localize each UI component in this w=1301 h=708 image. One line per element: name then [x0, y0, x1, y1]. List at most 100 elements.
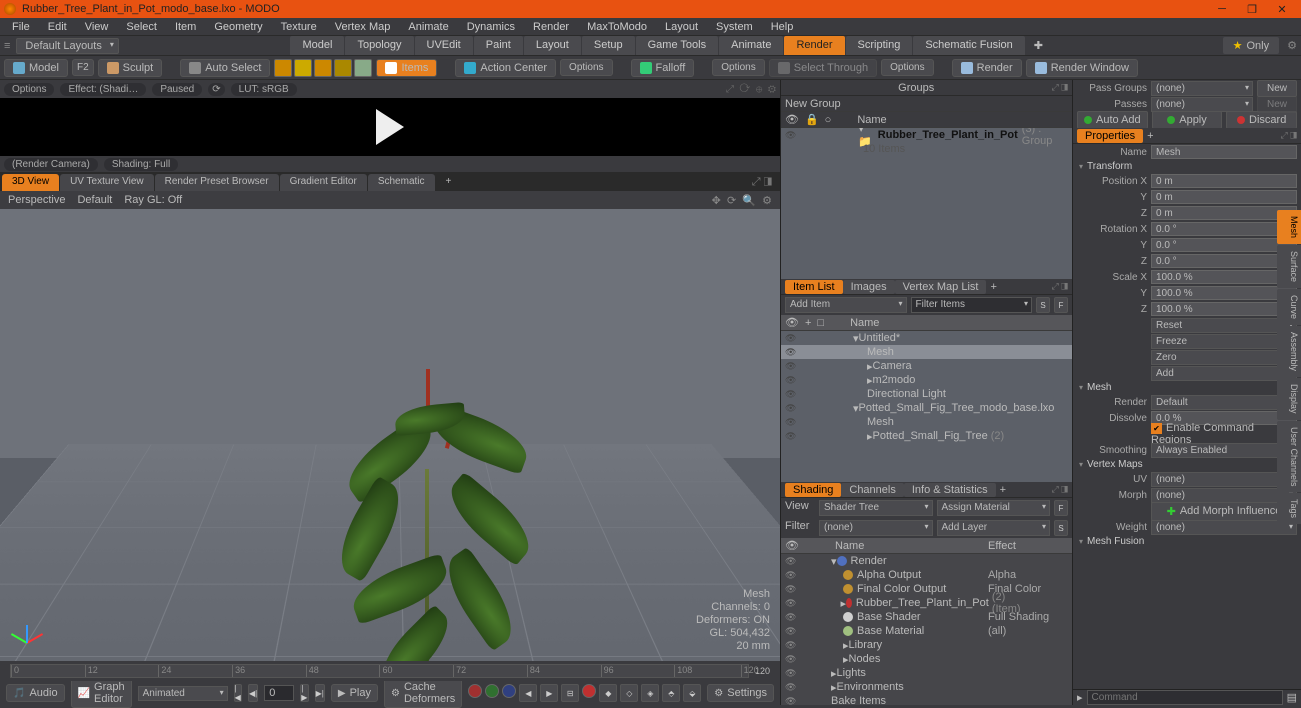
cache-button[interactable]: ⚙ Cache Deformers	[384, 678, 462, 708]
item-row[interactable]: 👁▸ m2modo	[781, 373, 1072, 387]
key-prev-icon[interactable]: ◀	[519, 684, 537, 702]
play-button[interactable]: ▶ Play	[331, 684, 378, 702]
vtab-surface[interactable]: Surface	[1277, 245, 1301, 288]
pivot-mode-icon[interactable]	[354, 59, 372, 77]
groups-sel-icon[interactable]: ○	[825, 114, 832, 126]
tab-render[interactable]: Render	[784, 36, 844, 55]
model-mode-button[interactable]: Model	[4, 59, 68, 77]
passgroups-dropdown[interactable]: (none)	[1151, 81, 1253, 96]
only-button[interactable]: ★Only	[1223, 37, 1280, 54]
sclx-field[interactable]: 100.0 %	[1151, 270, 1297, 284]
viewport-3d[interactable]: MeshChannels: 0 Deformers: ONGL: 504,432…	[0, 209, 780, 661]
rp-paused[interactable]: Paused	[152, 83, 202, 96]
renderwindow-button[interactable]: Render Window	[1026, 59, 1138, 77]
rp-nav-icons[interactable]: ⤢ ⟳ ⊕ ⚙	[726, 84, 776, 95]
itemlist-add-tab[interactable]: +	[990, 281, 996, 293]
transform-section[interactable]: Transform	[1073, 160, 1301, 173]
sclz-field[interactable]: 100.0 %	[1151, 302, 1297, 316]
il-add-icon[interactable]: +	[805, 317, 811, 329]
channels-tab[interactable]: Channels	[841, 483, 903, 497]
key-e-icon[interactable]: ⬙	[683, 684, 701, 702]
rotz-field[interactable]: 0.0 °	[1151, 254, 1297, 268]
grapheditor-button[interactable]: 📈 Graph Editor	[71, 678, 132, 708]
vp-perspective[interactable]: Perspective	[8, 194, 65, 206]
shading-tree[interactable]: 👁▾Render👁Alpha OutputAlpha👁Final Color O…	[781, 554, 1072, 705]
tab-gametools[interactable]: Game Tools	[636, 36, 719, 55]
selectthrough-button[interactable]: Select Through	[769, 59, 877, 77]
assignmat-dropdown[interactable]: Assign Material	[937, 500, 1051, 516]
discard-button[interactable]: Discard	[1226, 111, 1297, 129]
itemlist-tree[interactable]: 👁▾ Untitled*👁 Mesh👁▸ Camera👁▸ m2modo👁 Di…	[781, 331, 1072, 482]
menu-select[interactable]: Select	[118, 19, 165, 35]
menu-animate[interactable]: Animate	[400, 19, 456, 35]
shader-row[interactable]: 👁Final Color OutputFinal Color	[781, 582, 1072, 596]
passgroups-new-button[interactable]: New	[1257, 80, 1297, 97]
rp-shading[interactable]: Shading: Full	[104, 158, 178, 171]
images-tab[interactable]: Images	[843, 280, 895, 294]
menu-dynamics[interactable]: Dynamics	[459, 19, 523, 35]
layout-menu-icon[interactable]: ≡	[4, 40, 10, 52]
tab-setup[interactable]: Setup	[582, 36, 635, 55]
posz-field[interactable]: 0 m	[1151, 206, 1297, 220]
tab-layout[interactable]: Layout	[524, 36, 581, 55]
key-green-icon[interactable]	[485, 684, 499, 698]
menu-file[interactable]: File	[4, 19, 38, 35]
autoadd-button[interactable]: Auto Add	[1077, 111, 1148, 129]
roty-field[interactable]: 0.0 °	[1151, 238, 1297, 252]
itemlist-tab[interactable]: Item List	[785, 280, 843, 294]
maximize-button[interactable]: ❐	[1237, 0, 1267, 18]
tab-scripting[interactable]: Scripting	[846, 36, 913, 55]
vp-tab-add[interactable]: +	[436, 174, 462, 191]
cmd-history-icon[interactable]: ▤	[1287, 691, 1297, 704]
f2-button[interactable]: F2	[72, 59, 94, 76]
key-red-icon[interactable]	[468, 684, 482, 698]
edge-mode-icon[interactable]	[294, 59, 312, 77]
menu-view[interactable]: View	[77, 19, 117, 35]
il-lock-icon[interactable]: □	[817, 317, 824, 329]
shading-s-button[interactable]: S	[1054, 520, 1068, 536]
ecr-checkbox[interactable]: ✔	[1151, 423, 1162, 434]
settings-button[interactable]: ⚙ Settings	[707, 684, 774, 702]
menu-item[interactable]: Item	[167, 19, 204, 35]
filter-s-button[interactable]: S	[1036, 297, 1050, 313]
posx-field[interactable]: 0 m	[1151, 174, 1297, 188]
posy-field[interactable]: 0 m	[1151, 190, 1297, 204]
weight-dropdown[interactable]: (none)	[1151, 520, 1297, 535]
passes-new-button[interactable]: New	[1257, 96, 1297, 113]
options3-button[interactable]: Options	[881, 59, 933, 76]
shader-row[interactable]: 👁▸Lights	[781, 666, 1072, 680]
properties-expand-icon[interactable]: ⤢ ◨	[1280, 130, 1297, 141]
shader-row[interactable]: 👁Base ShaderFull Shading	[781, 610, 1072, 624]
rp-camera[interactable]: (Render Camera)	[4, 158, 98, 171]
filteritems-input[interactable]: Filter Items	[911, 297, 1033, 313]
poly-mode-icon[interactable]	[314, 59, 332, 77]
step-back-icon[interactable]: ◀|	[248, 684, 258, 702]
menu-render[interactable]: Render	[525, 19, 577, 35]
vtab-assembly[interactable]: Assembly	[1277, 326, 1301, 377]
menu-geometry[interactable]: Geometry	[206, 19, 270, 35]
menu-layout[interactable]: Layout	[657, 19, 706, 35]
frame-field[interactable]: 0	[264, 685, 294, 701]
itemlist-expand-icon[interactable]: ⤢ ◨	[1051, 281, 1068, 292]
infostats-tab[interactable]: Info & Statistics	[904, 483, 996, 497]
timeline[interactable]: 0 12 24 36 48 60 72 84 96 108 120 120	[0, 661, 780, 681]
vp-orientation-gizmo[interactable]	[14, 223, 44, 253]
vp-tab-gradient[interactable]: Gradient Editor	[280, 174, 367, 191]
vtab-mesh[interactable]: Mesh	[1277, 210, 1301, 244]
groups-lock-icon[interactable]: 🔒	[805, 113, 819, 126]
smoothing-dropdown[interactable]: Always Enabled	[1151, 443, 1297, 458]
item-row[interactable]: 👁 Mesh	[781, 415, 1072, 429]
morph-dropdown[interactable]: (none)	[1151, 488, 1297, 503]
vp-default[interactable]: Default	[77, 194, 112, 206]
rp-effect[interactable]: Effect: (Shadi…	[60, 83, 146, 96]
shader-row[interactable]: 👁▸Nodes	[781, 652, 1072, 666]
shading-tab[interactable]: Shading	[785, 483, 841, 497]
addlayer-dropdown[interactable]: Add Layer	[937, 520, 1051, 536]
goto-end-icon[interactable]: ▶|	[315, 684, 325, 702]
animated-dropdown[interactable]: Animated	[138, 686, 228, 701]
groups-expand-icon[interactable]: ⤢ ◨	[1051, 82, 1068, 93]
menu-texture[interactable]: Texture	[273, 19, 325, 35]
sh-vis-icon[interactable]: 👁	[785, 539, 799, 552]
vertex-mode-icon[interactable]	[274, 59, 292, 77]
layout-dropdown[interactable]: Default Layouts	[16, 38, 118, 54]
